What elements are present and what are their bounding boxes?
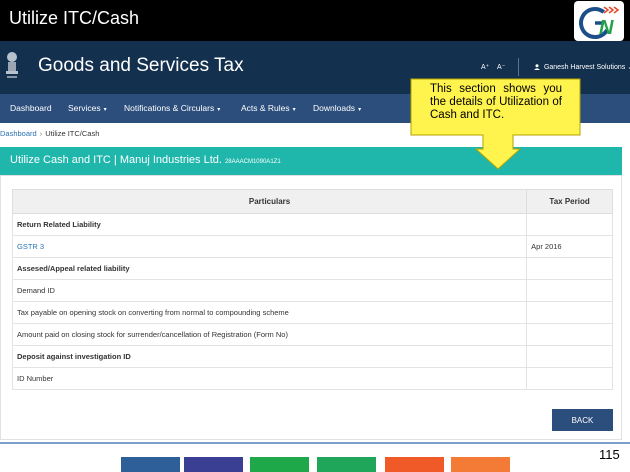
caret-down-icon: ▾ xyxy=(358,107,362,113)
callout-text: This section shows you the details of Ut… xyxy=(430,83,562,121)
section-title: Utilize Cash and ITC | Manuj Industries … xyxy=(10,154,281,166)
table-row: ID Number xyxy=(11,367,613,390)
table-row: Amount paid on closing stock for surrend… xyxy=(11,323,613,346)
header-divider xyxy=(518,58,519,76)
cell-particular: GSTR 3 xyxy=(11,235,528,258)
table-row[interactable]: GSTR 3 Apr 2016 xyxy=(11,235,613,258)
cell-tax-period xyxy=(526,279,613,302)
bottom-color-block xyxy=(121,457,180,472)
table-header-row: Particulars Tax Period xyxy=(11,189,613,214)
breadcrumb-home-link[interactable]: Dashboard xyxy=(0,129,37,138)
gsn-logo-letters: N xyxy=(599,17,614,39)
nav-acts-rules[interactable]: Acts & Rules ▾ xyxy=(241,103,296,113)
cell-particular: Tax payable on opening stock on converti… xyxy=(11,301,528,324)
table-row: Assesed/Appeal related liability xyxy=(11,257,613,280)
gstin-text: 28AAACM1090A1Z1 xyxy=(224,159,281,165)
particular-link[interactable]: GSTR 3 xyxy=(17,242,44,251)
column-header-particulars: Particulars xyxy=(11,189,528,214)
breadcrumb-separator: › xyxy=(39,129,43,138)
table-row: Demand ID xyxy=(11,279,613,302)
nav-downloads[interactable]: Downloads ▾ xyxy=(313,103,361,113)
slide-title: Utilize ITC/Cash xyxy=(9,8,140,28)
cell-particular: Amount paid on closing stock for surrend… xyxy=(11,323,528,346)
table-row: Return Related Liability xyxy=(11,213,613,236)
cell-tax-period xyxy=(526,367,613,390)
column-header-tax-period: Tax Period xyxy=(526,189,613,214)
slide: Utilize ITC/Cash N Goods and Services Ta… xyxy=(0,0,630,472)
user-menu[interactable]: Ganesh Harvest Solutions ⌄ xyxy=(534,63,630,71)
cell-particular: Assesed/Appeal related liability xyxy=(11,257,528,280)
nav-dashboard[interactable]: Dashboard xyxy=(10,103,52,113)
cell-tax-period xyxy=(526,323,613,346)
bottom-color-block xyxy=(250,457,309,472)
font-decrease-button[interactable]: A⁻ xyxy=(497,63,505,71)
cell-particular: Demand ID xyxy=(11,279,528,302)
cell-tax-period xyxy=(526,345,613,368)
table-body: Return Related Liability GSTR 3 Apr 2016 As… xyxy=(11,213,613,390)
table-row: Tax payable on opening stock on converti… xyxy=(11,301,613,324)
cell-tax-period xyxy=(526,213,613,236)
gsn-logo: N xyxy=(574,1,624,41)
slide-title-bar: Utilize ITC/Cash N xyxy=(0,0,630,41)
cell-particular: Deposit against investigation ID xyxy=(11,345,528,368)
back-button[interactable]: BACK xyxy=(552,409,613,431)
user-icon xyxy=(534,64,540,70)
bottom-color-block xyxy=(317,457,376,472)
table-row: Deposit against investigation ID xyxy=(11,345,613,368)
breadcrumb: Dashboard › Utilize ITC/Cash xyxy=(0,129,99,138)
bottom-color-block xyxy=(184,457,243,472)
bottom-rule xyxy=(0,442,630,444)
page-number: 115 xyxy=(599,447,620,462)
user-name: Ganesh Harvest Solutions xyxy=(543,64,626,71)
bottom-color-block xyxy=(385,457,444,472)
cell-particular: Return Related Liability xyxy=(11,213,528,236)
section-title-text: Utilize Cash and ITC | Manuj Industries … xyxy=(10,154,222,166)
font-increase-button[interactable]: A⁺ xyxy=(481,63,489,71)
caret-down-icon: ▾ xyxy=(103,107,107,113)
cell-tax-period: Apr 2016 xyxy=(526,235,613,258)
cell-particular: ID Number xyxy=(11,367,528,390)
bottom-color-block xyxy=(451,457,510,472)
nav-notifications-circulars[interactable]: Notifications & Circulars ▾ xyxy=(124,103,220,113)
portal-title: Goods and Services Tax xyxy=(38,55,244,76)
particulars-table: Particulars Tax Period Return Related Li… xyxy=(11,189,613,390)
breadcrumb-current: Utilize ITC/Cash xyxy=(45,129,100,138)
caret-down-icon: ▾ xyxy=(292,107,296,113)
cell-tax-period xyxy=(526,301,613,324)
nav-services[interactable]: Services ▾ xyxy=(68,103,107,113)
content-panel: Particulars Tax Period Return Related Li… xyxy=(0,175,622,440)
cell-tax-period xyxy=(526,257,613,280)
caret-down-icon: ▾ xyxy=(217,107,221,113)
emblem-icon xyxy=(4,50,20,82)
